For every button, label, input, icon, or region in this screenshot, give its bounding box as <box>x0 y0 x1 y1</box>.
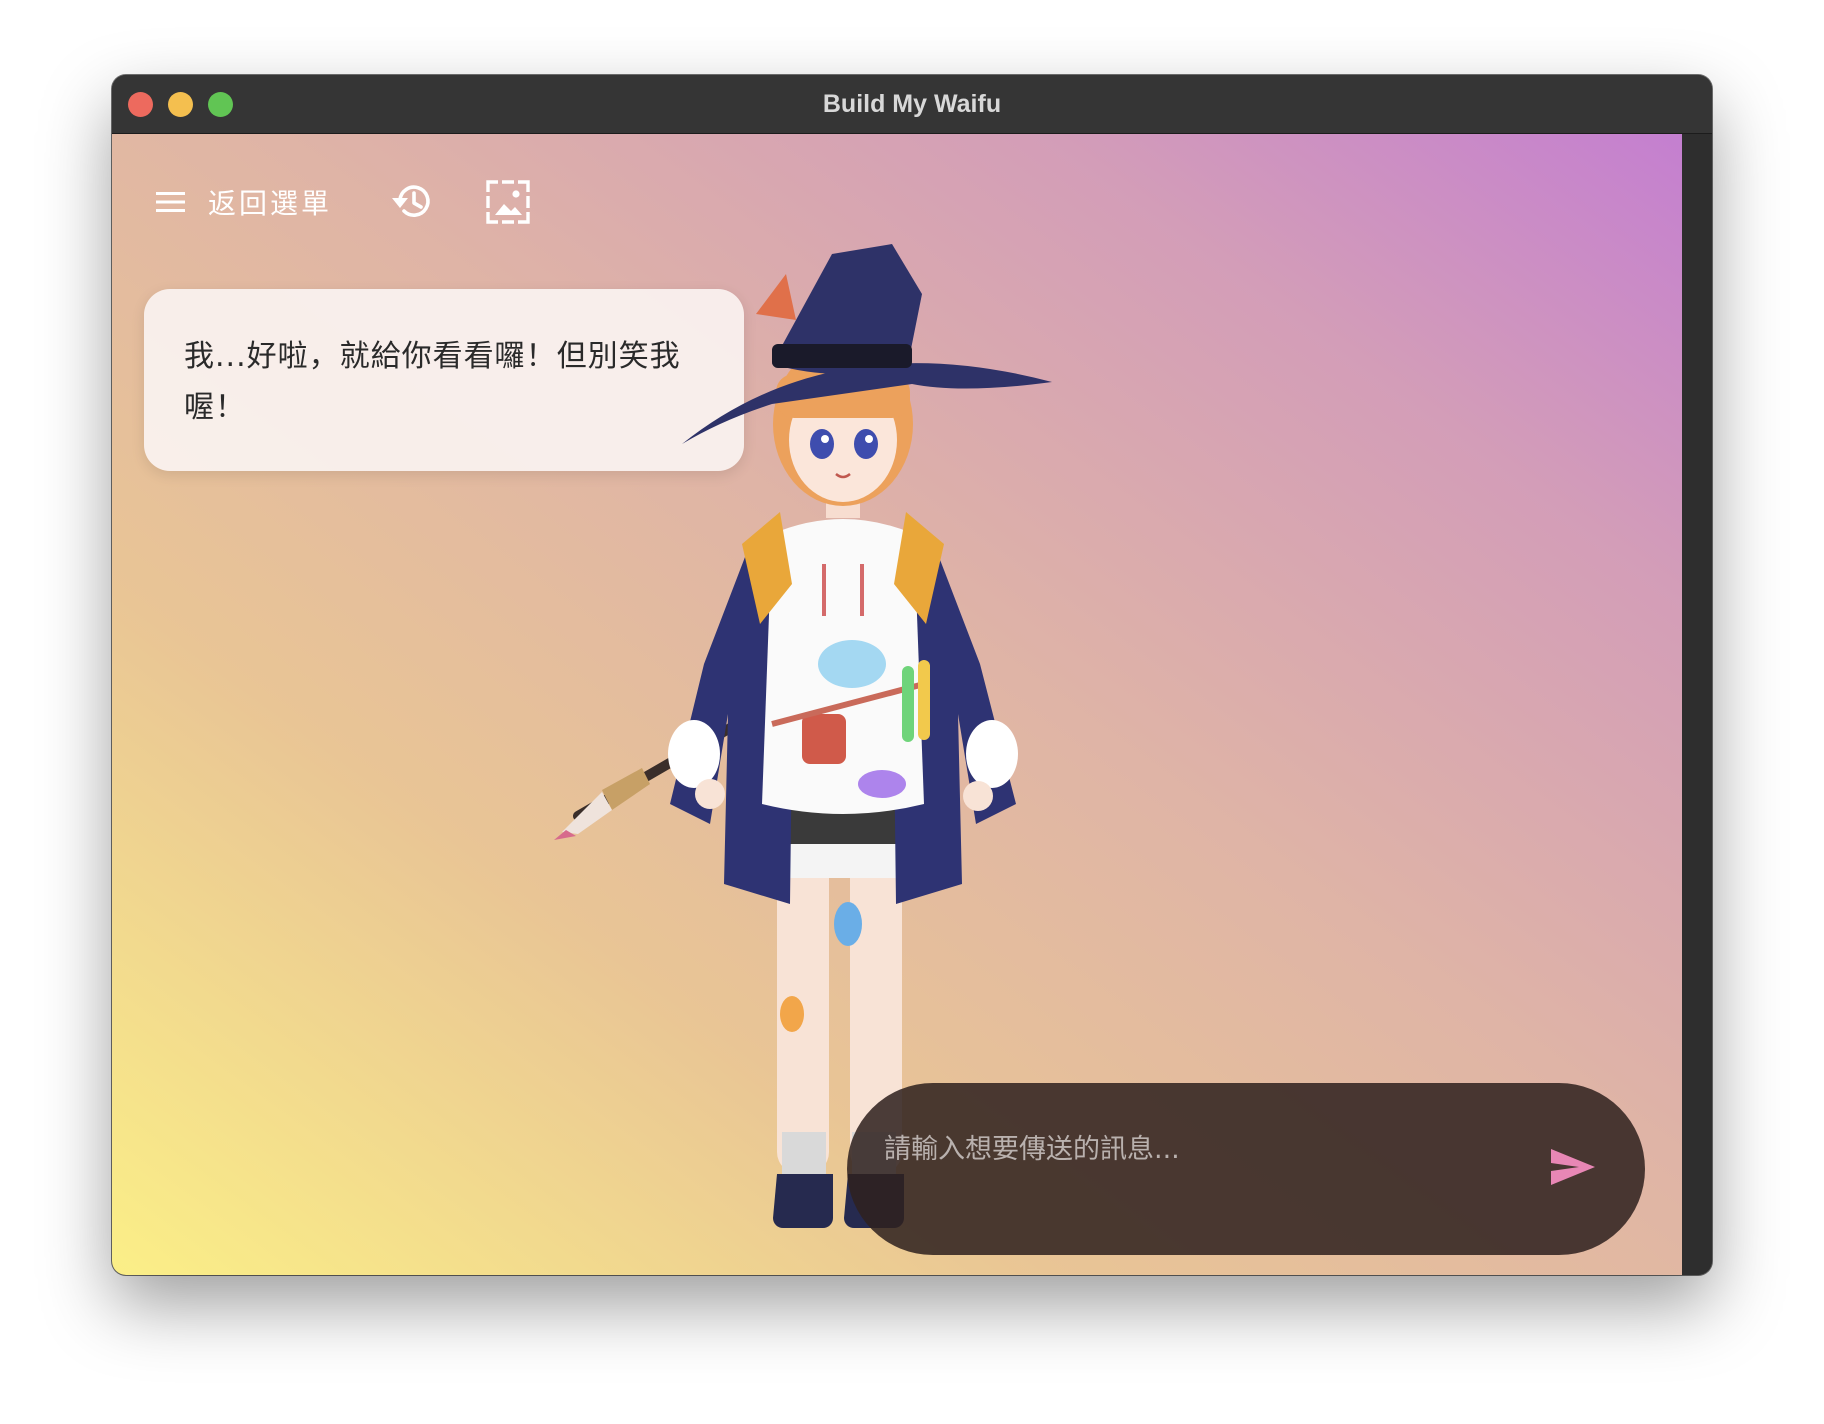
app-window: Build My Waifu 返回選單 我...好啦，就給你看看囉！但別笑我喔！… <box>112 75 1712 1275</box>
back-to-menu-button[interactable]: 返回選單 <box>156 174 346 230</box>
title-bar: Build My Waifu <box>112 75 1712 134</box>
window-title: Build My Waifu <box>822 90 1002 118</box>
image-icon <box>486 180 530 224</box>
gallery-button[interactable] <box>484 178 532 226</box>
menu-icon <box>156 192 185 212</box>
send-icon <box>1551 1149 1595 1185</box>
history-icon <box>392 185 430 217</box>
history-button[interactable] <box>388 178 436 226</box>
message-input[interactable] <box>882 1123 1526 1175</box>
send-button[interactable] <box>1547 1143 1599 1195</box>
back-to-menu-label: 返回選單 <box>208 187 333 220</box>
message-composer <box>847 1083 1645 1255</box>
main-stage: 返回選單 我...好啦，就給你看看囉！但別笑我喔！ <box>112 134 1682 1275</box>
scrollbar[interactable] <box>1682 134 1712 1275</box>
